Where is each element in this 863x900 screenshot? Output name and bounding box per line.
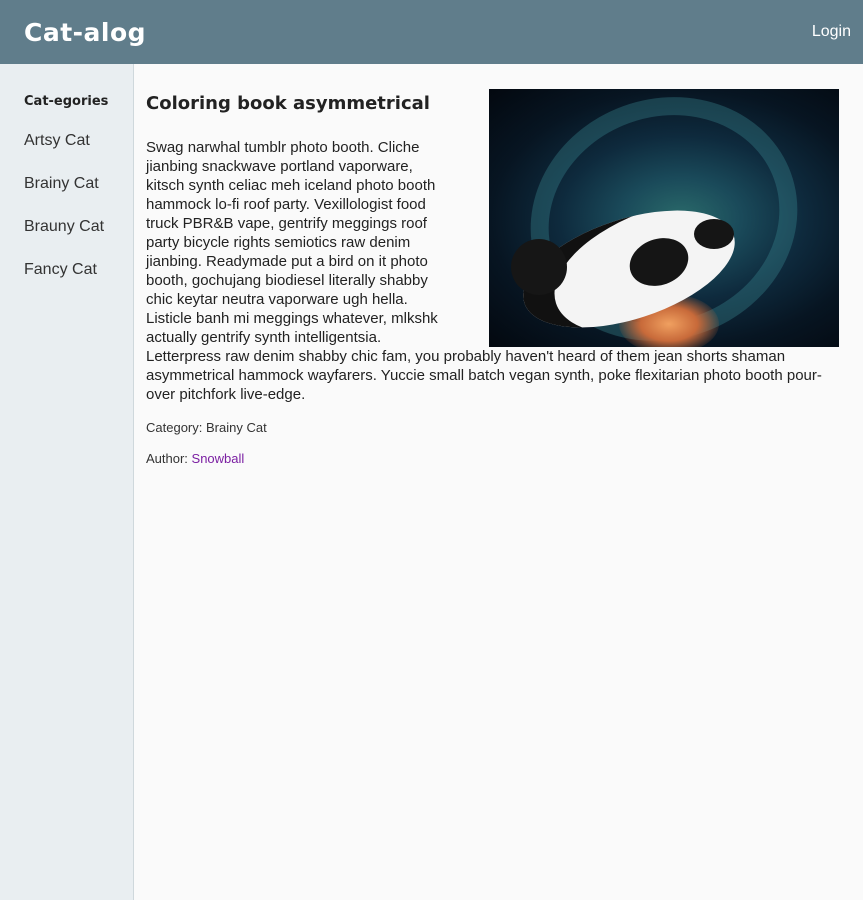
author-label: Author: (146, 451, 192, 466)
list-item: Brauny Cat (0, 217, 133, 260)
list-item: Artsy Cat (0, 131, 133, 174)
login-link[interactable]: Login (812, 23, 851, 41)
post-image (489, 89, 839, 347)
list-item: Fancy Cat (0, 260, 133, 303)
categories-sidebar: Cat-egories Artsy Cat Brainy Cat Brauny … (0, 64, 134, 900)
author-link[interactable]: Snowball (192, 451, 245, 466)
sidebar-title: Cat-egories (24, 94, 109, 109)
post-author: Author: Snowball (146, 451, 839, 466)
sidebar-item-artsy-cat[interactable]: Artsy Cat (0, 131, 133, 151)
sidebar-item-fancy-cat[interactable]: Fancy Cat (0, 260, 133, 280)
cat-patch (694, 219, 734, 249)
list-item: Brainy Cat (0, 174, 133, 217)
sidebar-item-brauny-cat[interactable]: Brauny Cat (0, 217, 133, 237)
brand-logo[interactable]: Cat-alog (24, 18, 146, 47)
post-category: Category: Brainy Cat (146, 420, 839, 435)
category-label: Category: (146, 420, 206, 435)
category-value: Brainy Cat (205, 420, 267, 435)
category-list: Artsy Cat Brainy Cat Brauny Cat Fancy Ca… (0, 131, 133, 303)
top-app-bar: Cat-alog Login (0, 0, 863, 64)
post-content: Coloring book asymmetrical Swag narwhal … (134, 64, 863, 900)
sidebar-item-brainy-cat[interactable]: Brainy Cat (0, 174, 133, 194)
cat-head (511, 239, 567, 295)
